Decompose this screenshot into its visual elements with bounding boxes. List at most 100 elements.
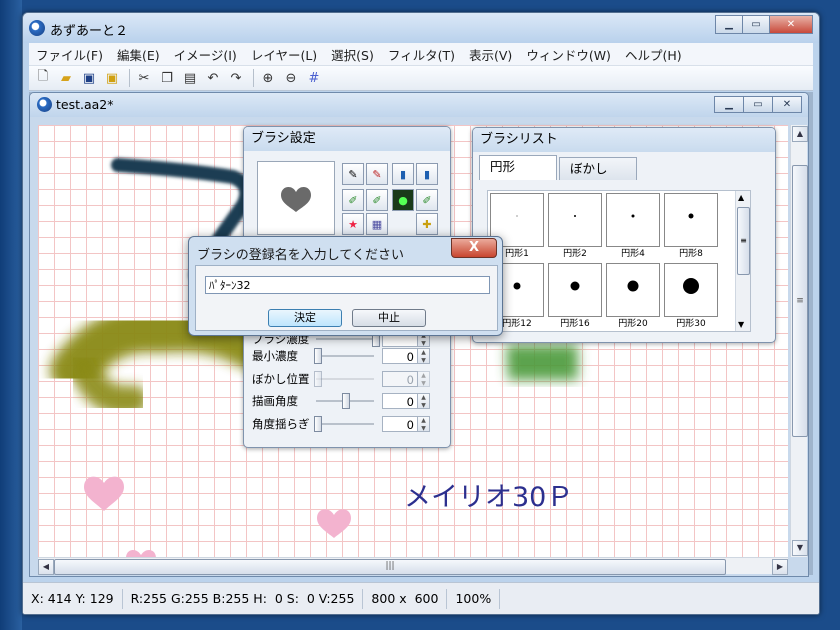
canvas-horizontal-scrollbar[interactable]: ◀ ||| ▶ bbox=[38, 557, 788, 575]
brush-settings-title[interactable]: ブラシ設定 bbox=[244, 127, 450, 151]
brush-list-title[interactable]: ブラシリスト bbox=[473, 128, 775, 152]
menu-edit[interactable]: 編集(E) bbox=[110, 45, 167, 64]
scroll-up-button[interactable]: ▲ bbox=[792, 126, 808, 142]
slider-knob[interactable] bbox=[342, 393, 350, 409]
spin-buttons: ▲ ▼ bbox=[418, 371, 430, 387]
document-close-button[interactable]: ✕ bbox=[773, 96, 802, 113]
slider-row: 最小濃度 0 ▲ ▼ bbox=[252, 347, 430, 365]
star-stamp-icon[interactable]: ★ bbox=[342, 213, 364, 235]
slider-knob bbox=[314, 371, 322, 387]
slider-track[interactable] bbox=[316, 393, 374, 409]
pencil-1-icon[interactable]: ✎ bbox=[342, 163, 364, 185]
save-icon[interactable]: ▣ bbox=[79, 68, 99, 88]
menu-view[interactable]: 表示(V) bbox=[462, 45, 519, 64]
brush-dot bbox=[574, 214, 576, 217]
grid-icon[interactable]: # bbox=[304, 68, 324, 88]
undo-icon[interactable]: ↶ bbox=[203, 68, 223, 88]
cancel-button[interactable]: 中止 bbox=[352, 309, 426, 327]
brush-list-scroll-thumb[interactable]: ≡ bbox=[737, 207, 750, 275]
tab-blur[interactable]: ぼかし bbox=[559, 157, 637, 180]
brush-cell[interactable]: 円形30 bbox=[664, 263, 718, 329]
brush-dot bbox=[570, 281, 580, 291]
spin-buttons[interactable]: ▲▼ bbox=[418, 393, 430, 409]
app-icon bbox=[29, 20, 45, 36]
menu-help[interactable]: ヘルプ(H) bbox=[618, 45, 689, 64]
menu-layer[interactable]: レイヤー(L) bbox=[244, 45, 324, 64]
ok-button[interactable]: 決定 bbox=[268, 309, 342, 327]
olive-stroke-2 bbox=[68, 350, 148, 416]
new-file-icon[interactable]: 🗋 bbox=[33, 68, 53, 88]
slider-track[interactable] bbox=[314, 348, 374, 364]
brush-name-input[interactable]: ﾊﾟﾀｰﾝ32 bbox=[205, 276, 490, 294]
scroll-left-button[interactable]: ◀ bbox=[38, 559, 54, 575]
scroll-right-button[interactable]: ▶ bbox=[772, 559, 788, 575]
pattern-icon[interactable]: ▦ bbox=[366, 213, 388, 235]
pen-1-icon[interactable]: ▮ bbox=[392, 163, 414, 185]
slider-row: ぼかし位置 0 ▲ ▼ bbox=[252, 370, 430, 388]
blur-brush-icon[interactable]: ● bbox=[392, 189, 414, 211]
slider-track[interactable] bbox=[316, 331, 380, 347]
brush-cell[interactable]: 円形8 bbox=[664, 193, 718, 259]
airbrush-icon[interactable]: ✐ bbox=[342, 189, 364, 211]
vertical-scroll-thumb[interactable]: ≡ bbox=[792, 165, 808, 437]
brush-cell[interactable]: 円形20 bbox=[606, 263, 660, 329]
slider-value[interactable]: 0 bbox=[382, 348, 418, 364]
document-title-bar[interactable]: test.aa2* ▁ ▭ ✕ bbox=[30, 93, 808, 117]
brush-name: 円形16 bbox=[560, 319, 590, 329]
minimize-button[interactable]: ▁ bbox=[715, 15, 743, 34]
slider-track[interactable] bbox=[314, 416, 374, 432]
brush-list-scrollbar[interactable]: ▲ ≡ ▼ bbox=[735, 191, 750, 331]
menu-file[interactable]: ファイル(F) bbox=[29, 45, 110, 64]
menu-filter[interactable]: フィルタ(T) bbox=[381, 45, 462, 64]
brush-list-scroll-up[interactable]: ▲ bbox=[738, 193, 744, 202]
dialog-body: ﾊﾟﾀｰﾝ32 決定 中止 bbox=[195, 265, 498, 331]
scroll-down-button[interactable]: ▼ bbox=[792, 540, 808, 556]
pencil-2-icon[interactable]: ✎ bbox=[366, 163, 388, 185]
slider-knob[interactable] bbox=[314, 416, 322, 432]
zoom-out-icon[interactable]: ⊖ bbox=[281, 68, 301, 88]
horizontal-scroll-thumb[interactable]: ||| bbox=[54, 559, 726, 575]
slider-label: ぼかし位置 bbox=[252, 372, 310, 386]
menu-window[interactable]: ウィンドウ(W) bbox=[519, 45, 618, 64]
brush-cell[interactable]: 円形4 bbox=[606, 193, 660, 259]
redo-icon[interactable]: ↷ bbox=[226, 68, 246, 88]
slider-knob[interactable] bbox=[314, 348, 322, 364]
close-button[interactable]: ✕ bbox=[770, 15, 813, 34]
spin-buttons[interactable]: ▲▼ bbox=[418, 416, 430, 432]
watercolor-icon[interactable]: ✐ bbox=[366, 189, 388, 211]
dialog-close-button[interactable]: X bbox=[451, 238, 497, 258]
paste-icon[interactable]: ▤ bbox=[180, 68, 200, 88]
brush-cell[interactable]: 円形16 bbox=[548, 263, 602, 329]
document-minimize-button[interactable]: ▁ bbox=[714, 96, 744, 113]
app-title-bar[interactable]: あずあーと２ ▁ ▭ ✕ bbox=[23, 13, 819, 43]
slider-label: 最小濃度 bbox=[252, 349, 298, 363]
document-maximize-button[interactable]: ▭ bbox=[744, 96, 773, 113]
copy-icon[interactable]: ❐ bbox=[157, 68, 177, 88]
heart-shape bbox=[84, 476, 124, 511]
toolbar-separator bbox=[129, 69, 130, 87]
spin-buttons[interactable]: ▲▼ bbox=[418, 348, 430, 364]
document-icon bbox=[37, 97, 52, 112]
tab-circle[interactable]: 円形 bbox=[479, 155, 557, 180]
canvas-vertical-scrollbar[interactable]: ▲ ≡ ▼ bbox=[790, 125, 808, 557]
menu-bar: ファイル(F) 編集(E) イメージ(I) レイヤー(L) 選択(S) フィルタ… bbox=[29, 43, 813, 66]
menu-image[interactable]: イメージ(I) bbox=[167, 45, 244, 64]
smudge-icon[interactable]: ✐ bbox=[416, 189, 438, 211]
zoom-in-icon[interactable]: ⊕ bbox=[258, 68, 278, 88]
slider-value[interactable]: 0 bbox=[382, 393, 418, 409]
pen-2-icon[interactable]: ▮ bbox=[416, 163, 438, 185]
cut-icon[interactable]: ✂ bbox=[134, 68, 154, 88]
brush-list-tabs: 円形 ぼかし bbox=[479, 155, 639, 180]
open-folder-icon[interactable]: ▰ bbox=[56, 68, 76, 88]
save-as-icon[interactable]: ▣ bbox=[102, 68, 122, 88]
document-window-controls: ▁ ▭ ✕ bbox=[714, 96, 802, 114]
brush-list-scroll-down[interactable]: ▼ bbox=[738, 320, 744, 329]
maximize-button[interactable]: ▭ bbox=[743, 15, 770, 34]
add-brush-icon[interactable]: ✚ bbox=[416, 213, 438, 235]
slider-value[interactable]: 0 bbox=[382, 416, 418, 432]
brush-cell[interactable]: 円形2 bbox=[548, 193, 602, 259]
menu-select[interactable]: 選択(S) bbox=[324, 45, 381, 64]
green-blob bbox=[506, 345, 578, 380]
status-bar: X: 414 Y: 129 R:255 G:255 B:255 H: 0 S: … bbox=[23, 582, 819, 614]
dialog-title: ブラシの登録名を入力してください bbox=[197, 248, 404, 263]
